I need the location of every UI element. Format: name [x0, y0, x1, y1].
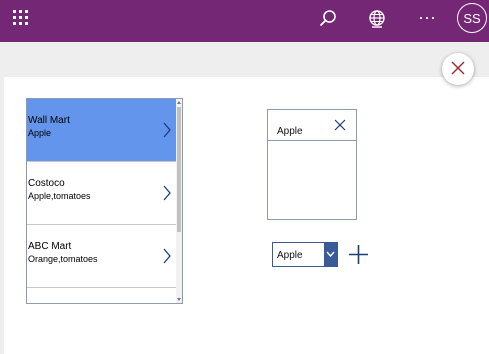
chevron-right-icon[interactable] — [162, 121, 172, 139]
close-icon[interactable] — [334, 119, 346, 131]
gallery-item[interactable]: Wall Mart Apple — [27, 99, 176, 162]
selected-items-listbox[interactable]: Apple — [267, 109, 357, 220]
waffle-icon[interactable] — [13, 10, 30, 27]
gallery-item[interactable]: ABC Mart Orange,tomatoes — [27, 225, 176, 288]
gallery-item-title: ABC Mart — [28, 241, 72, 252]
globe-icon[interactable] — [366, 8, 388, 30]
scroll-down-arrow-icon[interactable] — [177, 298, 181, 301]
chevron-right-icon[interactable] — [162, 184, 172, 202]
divider — [268, 140, 356, 141]
gallery-item-subtitle: Orange,tomatoes — [28, 254, 98, 264]
store-gallery[interactable]: Wall Mart Apple Costoco Apple,tomatoes A… — [26, 98, 183, 304]
chevron-right-icon[interactable] — [162, 247, 172, 265]
chevron-down-icon[interactable] — [324, 243, 337, 266]
scroll-thumb[interactable] — [177, 107, 181, 232]
gallery-scrollbar[interactable] — [176, 99, 182, 303]
avatar[interactable]: SS — [457, 3, 487, 33]
gallery-item-title: Costoco — [28, 178, 65, 189]
scroll-up-arrow-icon[interactable] — [177, 101, 181, 104]
gallery-item-subtitle: Apple — [28, 128, 52, 138]
app-header: ··· SS — [0, 0, 489, 42]
search-icon[interactable] — [317, 8, 339, 30]
close-button[interactable] — [442, 53, 474, 85]
more-icon[interactable]: ··· — [416, 8, 438, 30]
gallery-item[interactable]: Costoco Apple,tomatoes — [27, 162, 176, 225]
dropdown-value: Apple — [277, 250, 303, 261]
gallery-item-title: Wall Mart — [28, 115, 70, 126]
gallery-item[interactable] — [27, 288, 176, 303]
fruit-dropdown[interactable]: Apple — [272, 242, 338, 267]
listbox-item-label: Apple — [277, 126, 303, 137]
plus-icon[interactable] — [348, 244, 369, 265]
gallery-item-subtitle: Apple,tomatoes — [28, 191, 91, 201]
close-icon — [451, 61, 465, 78]
